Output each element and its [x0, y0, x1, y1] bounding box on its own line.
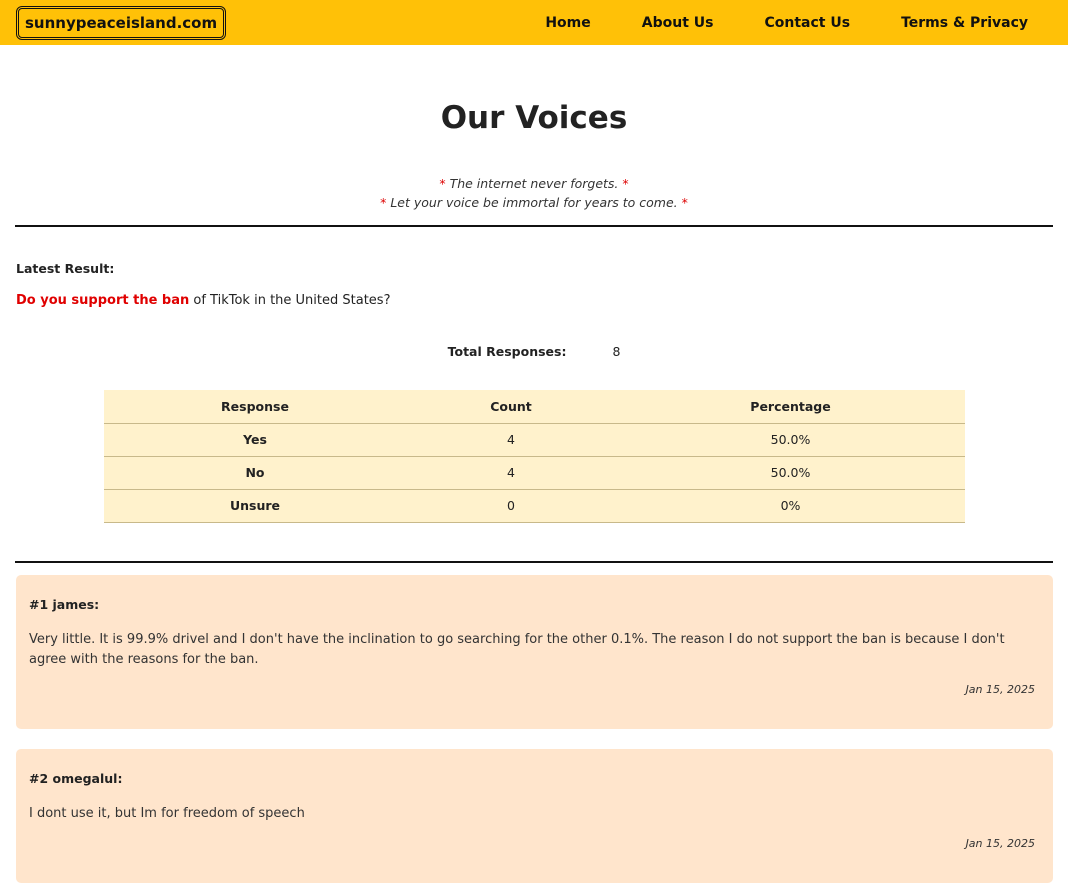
table-row: Yes 4 50.0% — [104, 423, 965, 457]
percentage-cell: 50.0% — [616, 456, 965, 490]
nav-link-terms[interactable]: Terms & Privacy — [901, 15, 1028, 31]
site-logo-link[interactable]: sunnypeaceisland.com — [16, 5, 227, 40]
count-cell: 4 — [406, 423, 616, 457]
column-header-response: Response — [104, 390, 406, 424]
response-cell: No — [104, 456, 406, 490]
latest-result-label: Latest Result: — [16, 261, 115, 276]
comment-body: Very little. It is 99.9% drivel and I do… — [29, 631, 1005, 667]
tagline-1: * The internet never forgets. * — [0, 174, 1068, 193]
total-responses-value: 8 — [612, 344, 621, 359]
comment-card: #1 james: Very little. It is 99.9% drive… — [16, 574, 1053, 729]
poll-question: Do you support the ban of TikTok in the … — [16, 293, 1068, 308]
taglines: * The internet never forgets. * * Let yo… — [0, 174, 1068, 212]
comment-author: #2 omegalul: — [29, 770, 123, 786]
count-cell: 0 — [406, 489, 616, 523]
comment-date: Jan 15, 2025 — [965, 836, 1035, 850]
column-header-percentage: Percentage — [616, 390, 965, 424]
tagline-2-text: Let your voice be immortal for years to … — [390, 195, 678, 210]
total-responses: Total Responses: 8 — [0, 344, 1068, 359]
comment-body: I dont use it, but Im for freedom of spe… — [29, 805, 305, 821]
section-divider — [15, 225, 1053, 227]
poll-question-highlight: Do you support the ban — [16, 293, 190, 308]
percentage-cell: 0% — [616, 489, 965, 523]
navbar: sunnypeaceisland.com Home About Us Conta… — [0, 0, 1068, 45]
star-mark: * — [380, 195, 387, 210]
section-divider — [15, 560, 1053, 563]
star-mark: * — [439, 176, 446, 191]
tagline-2: * Let your voice be immortal for years t… — [0, 193, 1068, 212]
comment-date: Jan 15, 2025 — [965, 682, 1035, 696]
nav-links: Home About Us Contact Us Terms & Privacy — [494, 0, 1028, 45]
nav-link-contact[interactable]: Contact Us — [764, 15, 850, 31]
percentage-cell: 50.0% — [616, 423, 965, 457]
star-mark: * — [681, 195, 688, 210]
table-header-row: Response Count Percentage — [104, 390, 965, 424]
poll-question-rest: of TikTok in the United States? — [189, 293, 391, 308]
response-cell: Unsure — [104, 489, 406, 523]
response-cell: Yes — [104, 423, 406, 457]
results-table: Response Count Percentage Yes 4 50.0% No… — [104, 390, 965, 523]
star-mark: * — [622, 176, 629, 191]
table-row: No 4 50.0% — [104, 456, 965, 490]
tagline-1-text: The internet never forgets. — [449, 176, 619, 191]
total-responses-label: Total Responses: — [447, 344, 567, 359]
nav-link-home[interactable]: Home — [545, 15, 590, 31]
table-row: Unsure 0 0% — [104, 489, 965, 523]
page-title: Our Voices — [440, 100, 628, 136]
comment-author: #1 james: — [29, 596, 100, 612]
comment-card: #2 omegalul: I dont use it, but Im for f… — [16, 748, 1053, 883]
nav-link-about[interactable]: About Us — [642, 15, 714, 31]
column-header-count: Count — [406, 390, 616, 424]
count-cell: 4 — [406, 456, 616, 490]
